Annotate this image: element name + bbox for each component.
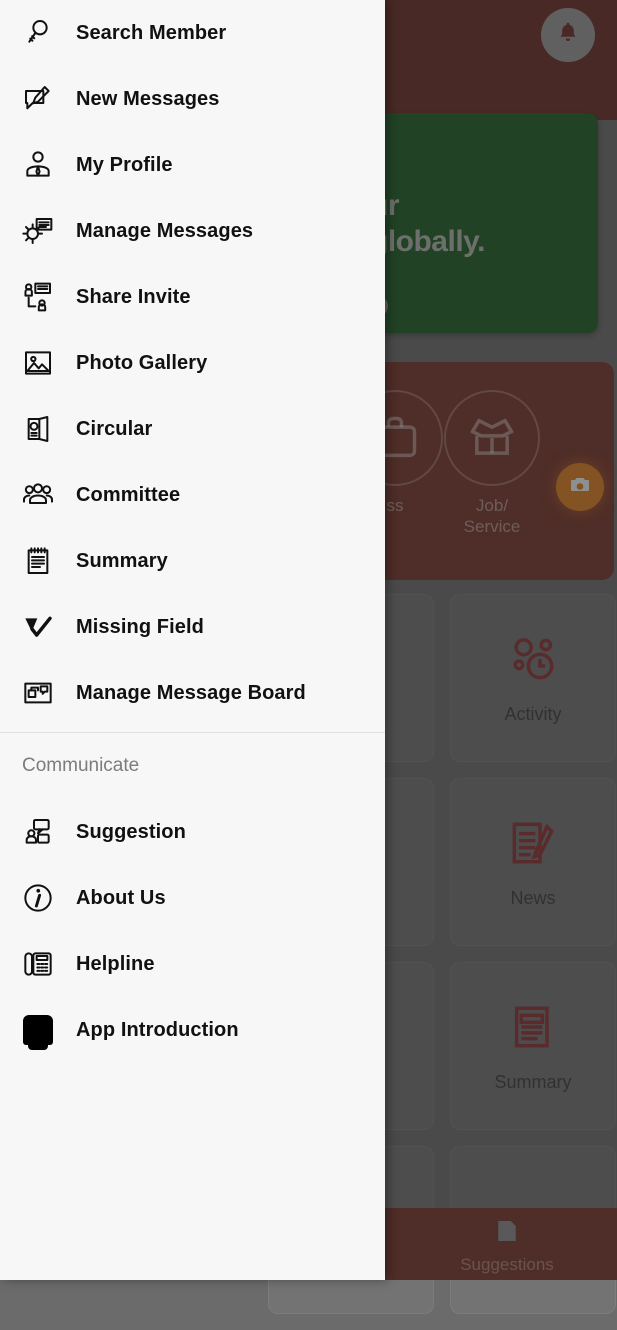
navigation-drawer: Search Member New Messages My Profile Ma… bbox=[0, 0, 385, 1280]
menu-item-search-member[interactable]: Search Member bbox=[0, 0, 385, 66]
photo-gallery-icon bbox=[0, 347, 76, 379]
new-message-icon bbox=[0, 83, 76, 115]
menu-item-label: Share Invite bbox=[76, 285, 191, 308]
menu-item-suggestion[interactable]: Suggestion bbox=[0, 799, 385, 865]
menu-item-app-introduction[interactable]: App Introduction bbox=[0, 997, 385, 1063]
circular-icon bbox=[0, 413, 76, 445]
menu-item-summary[interactable]: Summary bbox=[0, 528, 385, 594]
menu-item-label: Circular bbox=[76, 417, 153, 440]
menu-item-manage-message-board[interactable]: Manage Message Board bbox=[0, 660, 385, 726]
menu-item-my-profile[interactable]: My Profile bbox=[0, 132, 385, 198]
menu-item-new-messages[interactable]: New Messages bbox=[0, 66, 385, 132]
menu-item-share-invite[interactable]: Share Invite bbox=[0, 264, 385, 330]
info-icon bbox=[0, 882, 76, 914]
app-intro-icon bbox=[0, 1015, 76, 1050]
drawer-scrim-overlay[interactable] bbox=[385, 0, 617, 1280]
menu-item-label: Missing Field bbox=[76, 615, 204, 638]
message-board-icon bbox=[0, 677, 76, 709]
menu-item-label: Manage Messages bbox=[76, 219, 254, 242]
menu-item-label: Manage Message Board bbox=[76, 681, 306, 704]
menu-item-label: App Introduction bbox=[76, 1018, 239, 1041]
menu-item-label: Summary bbox=[76, 549, 168, 572]
menu-item-photo-gallery[interactable]: Photo Gallery bbox=[0, 330, 385, 396]
menu-item-missing-field[interactable]: Missing Field bbox=[0, 594, 385, 660]
menu-item-label: Suggestion bbox=[76, 820, 186, 843]
menu-item-label: Photo Gallery bbox=[76, 351, 208, 374]
suggestion-icon bbox=[0, 816, 76, 848]
menu-item-manage-messages[interactable]: Manage Messages bbox=[0, 198, 385, 264]
menu-item-label: My Profile bbox=[76, 153, 173, 176]
search-icon bbox=[0, 17, 76, 49]
committee-icon bbox=[0, 479, 76, 511]
menu-item-circular[interactable]: Circular bbox=[0, 396, 385, 462]
menu-item-helpline[interactable]: Helpline bbox=[0, 931, 385, 997]
menu-item-label: Helpline bbox=[76, 952, 155, 975]
menu-item-label: Search Member bbox=[76, 21, 227, 44]
telephone-icon bbox=[0, 948, 76, 980]
menu-item-label: About Us bbox=[76, 886, 166, 909]
menu-item-label: Committee bbox=[76, 483, 181, 506]
manage-messages-icon bbox=[0, 215, 76, 247]
drawer-section-title: Communicate bbox=[22, 755, 140, 776]
profile-icon bbox=[0, 149, 76, 181]
share-invite-icon bbox=[0, 281, 76, 313]
menu-item-committee[interactable]: Committee bbox=[0, 462, 385, 528]
menu-item-about-us[interactable]: About Us bbox=[0, 865, 385, 931]
summary-icon bbox=[0, 545, 76, 577]
missing-field-icon bbox=[0, 611, 76, 643]
menu-item-label: New Messages bbox=[76, 87, 220, 110]
